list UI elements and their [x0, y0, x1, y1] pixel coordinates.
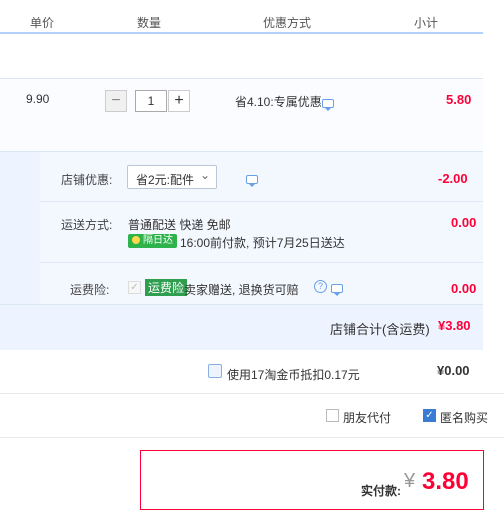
- next-day-badge: 隔日达: [128, 234, 177, 248]
- help-icon[interactable]: ?: [314, 280, 327, 293]
- shop-discount-amount: -2.00: [438, 171, 468, 186]
- item-discount: 省4.10:专属优惠: [235, 95, 322, 109]
- shop-total-amount: ¥3.80: [438, 318, 471, 333]
- insurance-text: 卖家赠送, 退换货可赔: [184, 283, 299, 297]
- item-row: [0, 78, 483, 152]
- item-subtotal: 5.80: [446, 92, 472, 107]
- lightning-icon: [132, 236, 140, 244]
- anonymous-label: 匿名购买: [440, 411, 489, 425]
- payment-label: 实付款:: [361, 484, 401, 498]
- insurance-amount: 0.00: [451, 281, 477, 296]
- divider: [0, 437, 504, 438]
- table-header: 单价 数量 优惠方式 小计: [0, 0, 504, 32]
- col-discount-header: 优惠方式: [263, 16, 312, 30]
- shipping-label: 运送方式:: [61, 218, 113, 232]
- increase-button[interactable]: +: [168, 90, 190, 112]
- insurance-checkbox: ✓: [128, 281, 141, 294]
- item-price: 9.90: [26, 92, 50, 106]
- anonymous-checkbox[interactable]: ✓: [423, 409, 436, 422]
- shop-discount-info-icon[interactable]: [246, 175, 259, 187]
- coins-label: 使用17淘金币抵扣0.17元: [227, 368, 360, 382]
- decrease-button[interactable]: −: [105, 90, 127, 112]
- col-qty-header: 数量: [137, 16, 162, 30]
- coins-checkbox[interactable]: [208, 364, 222, 378]
- col-price-header: 单价: [30, 16, 55, 30]
- shop-discount-select[interactable]: 省2元:配件 ⌄: [127, 165, 217, 189]
- discount-info-icon[interactable]: [322, 99, 334, 111]
- col-subtotal-header: 小计: [414, 16, 439, 30]
- divider: [0, 393, 504, 394]
- payment-currency: ¥: [404, 470, 416, 492]
- coins-amount: ¥0.00: [437, 363, 470, 378]
- shop-discount-value: 省2元:配件: [136, 173, 195, 187]
- divider: [40, 201, 483, 202]
- shop-total-label: 店铺合计(含运费): [330, 322, 430, 337]
- shipping-method: 普通配送 快递 免邮: [128, 218, 231, 232]
- next-day-badge-text: 隔日达: [143, 235, 173, 246]
- insurance-chat-icon[interactable]: [330, 284, 343, 296]
- header-divider: [0, 32, 483, 34]
- friend-pay-checkbox[interactable]: [326, 409, 339, 422]
- shipping-note: 16:00前付款, 预计7月25日送达: [180, 236, 345, 250]
- insurance-tag: 运费险: [145, 279, 188, 296]
- quantity-input[interactable]: 1: [135, 90, 167, 112]
- shop-discount-label: 店铺优惠:: [61, 173, 113, 187]
- divider: [40, 262, 483, 263]
- shipping-amount: 0.00: [451, 215, 477, 230]
- quantity-stepper: − 1 +: [105, 90, 190, 112]
- insurance-label: 运费险:: [70, 283, 110, 297]
- payment-amount: 3.80: [422, 468, 469, 495]
- chevron-down-icon: ⌄: [199, 168, 210, 182]
- friend-pay-label: 朋友代付: [343, 411, 392, 425]
